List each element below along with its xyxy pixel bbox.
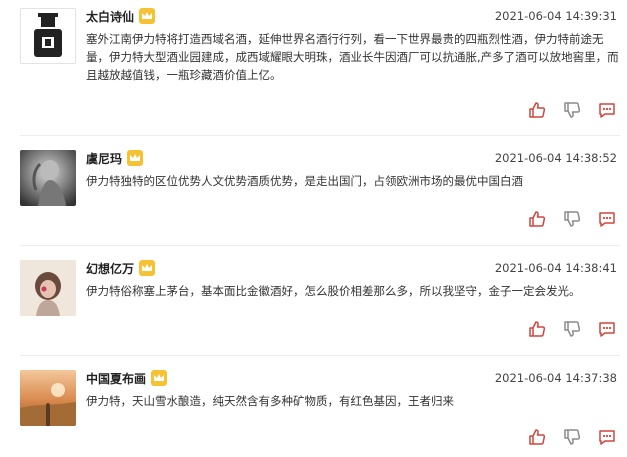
comment-icon[interactable] — [597, 319, 617, 339]
timestamp: 2021-06-04 14:38:41 — [494, 261, 617, 275]
comment-text: 伊力特俗称塞上茅台，基本面比金徽酒好，怎么股价相差那么多，所以我坚守，金子一定会… — [86, 284, 581, 298]
thumbs-down-icon[interactable] — [562, 209, 582, 229]
timestamp: 2021-06-04 14:39:31 — [494, 9, 617, 23]
username[interactable]: 太白诗仙 — [86, 8, 134, 25]
thumbs-down-icon[interactable] — [562, 427, 582, 447]
crown-icon — [139, 8, 155, 24]
comment-text: 塞外江南伊力特将打造西域名酒，延伸世界名酒行行列，看一下世界最贵的四瓶烈性酒，伊… — [86, 32, 619, 82]
avatar[interactable] — [20, 370, 76, 426]
thumbs-up-icon[interactable] — [527, 319, 547, 339]
comment-list: 太白诗仙 2021-06-04 14:39:31 塞外江南伊力特将打造西域名酒，… — [0, 0, 627, 457]
username[interactable]: 中国夏布画 — [86, 370, 146, 387]
username[interactable]: 幻想亿万 — [86, 260, 134, 277]
timestamp: 2021-06-04 14:38:52 — [494, 151, 617, 165]
comment-item: 虞尼玛 2021-06-04 14:38:52 伊力特独特的区位优势人文优势酒质… — [0, 142, 627, 242]
comment-actions — [527, 100, 617, 120]
timestamp: 2021-06-04 14:37:38 — [494, 371, 617, 385]
comment-item: 幻想亿万 2021-06-04 14:38:41 伊力特俗称塞上茅台，基本面比金… — [0, 252, 627, 352]
divider — [20, 135, 620, 136]
comment-item: 中国夏布画 2021-06-04 14:37:38 伊力特，天山雪水酿造，纯天然… — [0, 362, 627, 457]
avatar[interactable] — [20, 8, 76, 64]
divider — [20, 245, 620, 246]
thumbs-up-icon[interactable] — [527, 427, 547, 447]
thumbs-down-icon[interactable] — [562, 319, 582, 339]
comment-text: 伊力特独特的区位优势人文优势酒质优势，是走出国门，占领欧洲市场的最优中国白酒 — [86, 174, 523, 188]
divider — [20, 355, 620, 356]
comment-item: 太白诗仙 2021-06-04 14:39:31 塞外江南伊力特将打造西域名酒，… — [0, 0, 627, 127]
crown-icon — [139, 260, 155, 276]
crown-icon — [151, 370, 167, 386]
comment-icon[interactable] — [597, 209, 617, 229]
comment-actions — [527, 427, 617, 447]
avatar[interactable] — [20, 260, 76, 316]
thumbs-down-icon[interactable] — [562, 100, 582, 120]
comment-icon[interactable] — [597, 427, 617, 447]
comment-text: 伊力特，天山雪水酿造，纯天然含有多种矿物质，有红色基因，王者归来 — [86, 394, 454, 408]
comment-actions — [527, 319, 617, 339]
comment-icon[interactable] — [597, 100, 617, 120]
thumbs-up-icon[interactable] — [527, 100, 547, 120]
crown-icon — [127, 150, 143, 166]
comment-actions — [527, 209, 617, 229]
avatar[interactable] — [20, 150, 76, 206]
username[interactable]: 虞尼玛 — [86, 150, 122, 167]
thumbs-up-icon[interactable] — [527, 209, 547, 229]
